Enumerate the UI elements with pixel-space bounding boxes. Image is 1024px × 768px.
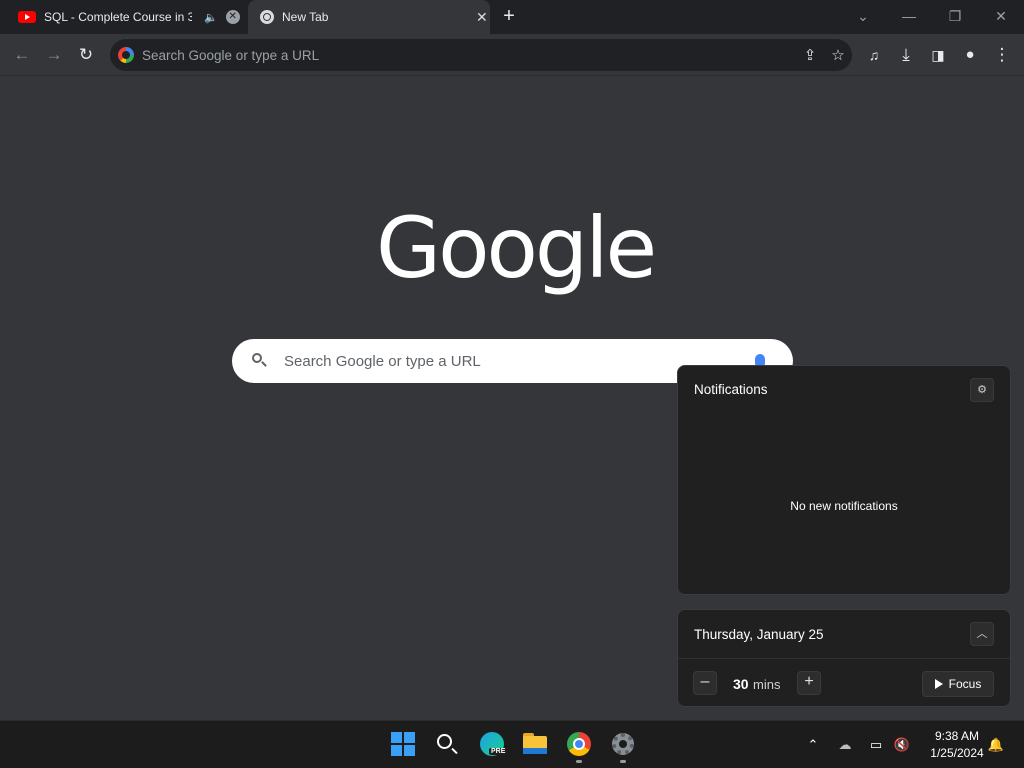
browser-toolbar: ← → ↻ Search Google or type a URL ⇪ ☆ ♫ … bbox=[0, 34, 1024, 76]
profile-icon[interactable]: ● bbox=[958, 43, 982, 67]
network-icon[interactable]: ▭ bbox=[866, 735, 886, 755]
new-tab-button[interactable]: + bbox=[498, 6, 520, 28]
tab-strip: SQL - Complete Course in 3 🔈 ✕ New Tab ✕… bbox=[0, 0, 1024, 34]
tab-new-tab[interactable]: New Tab ✕ bbox=[248, 0, 490, 34]
clock-date[interactable]: 1/25/2024 bbox=[922, 746, 992, 760]
youtube-icon bbox=[18, 11, 36, 23]
volume-muted-icon[interactable]: 🔇 bbox=[892, 735, 912, 755]
calendar-focus-panel: Thursday, January 25 ︿ – 30 mins + Focus bbox=[677, 609, 1011, 707]
edge-badge: PRE bbox=[489, 748, 508, 755]
edge-pre-icon[interactable]: PRE bbox=[477, 729, 508, 759]
media-controls-icon[interactable]: ♫ bbox=[862, 43, 886, 67]
notification-bell-icon[interactable]: 🔔 bbox=[986, 735, 1006, 755]
file-explorer-icon[interactable] bbox=[520, 729, 550, 759]
window-close-icon[interactable]: ✕ bbox=[990, 6, 1012, 28]
taskbar: PRE ⌃ ☁ ▭ 🔇 9:38 AM 1/25/2024 🔔 bbox=[0, 720, 1024, 768]
tab-title: SQL - Complete Course in 3 bbox=[44, 10, 192, 24]
speaker-icon[interactable]: 🔈 bbox=[204, 11, 218, 24]
notification-center: Notifications ⚙ No new notifications bbox=[677, 365, 1011, 595]
address-bar[interactable]: Search Google or type a URL ⇪ ☆ bbox=[110, 39, 852, 71]
side-panel-icon[interactable]: ◨ bbox=[926, 43, 950, 67]
minimize-icon[interactable]: — bbox=[898, 6, 920, 28]
play-icon bbox=[934, 679, 943, 689]
share-icon[interactable]: ⇪ bbox=[796, 46, 824, 64]
search-icon bbox=[250, 351, 270, 371]
chevron-up-icon[interactable]: ︿ bbox=[970, 622, 994, 646]
focus-minutes-value: 30 bbox=[733, 676, 749, 692]
chrome-icon bbox=[260, 10, 274, 24]
onedrive-offline-icon[interactable]: ☁ bbox=[835, 735, 855, 755]
back-arrow-icon[interactable]: ← bbox=[10, 43, 34, 67]
focus-increase-button[interactable]: + bbox=[797, 671, 821, 695]
focus-start-button[interactable]: Focus bbox=[922, 671, 994, 697]
tab-search-chevron-icon[interactable]: ⌄ bbox=[852, 6, 874, 28]
close-icon[interactable]: ✕ bbox=[476, 9, 488, 26]
clock-time[interactable]: 9:38 AM bbox=[922, 729, 992, 743]
start-icon[interactable] bbox=[388, 729, 418, 759]
settings-icon[interactable] bbox=[608, 729, 638, 759]
bookmark-star-icon[interactable]: ☆ bbox=[824, 46, 852, 64]
running-indicator bbox=[576, 760, 582, 763]
notification-settings-icon[interactable]: ⚙ bbox=[970, 378, 994, 402]
focus-button-label: Focus bbox=[948, 677, 982, 691]
google-g-icon bbox=[118, 47, 134, 63]
restore-icon[interactable]: ❐ bbox=[944, 6, 966, 28]
focus-decrease-button[interactable]: – bbox=[693, 671, 717, 695]
calendar-date: Thursday, January 25 bbox=[694, 627, 824, 642]
google-logo: Google bbox=[376, 199, 657, 297]
notifications-title: Notifications bbox=[694, 382, 768, 397]
search-icon[interactable] bbox=[432, 729, 462, 759]
focus-minutes-unit: mins bbox=[753, 677, 781, 692]
running-indicator bbox=[620, 760, 626, 763]
reload-icon[interactable]: ↻ bbox=[74, 43, 98, 67]
tab-youtube-sql[interactable]: SQL - Complete Course in 3 🔈 ✕ bbox=[8, 0, 244, 34]
more-menu-icon[interactable]: ⋮ bbox=[990, 43, 1014, 67]
forward-arrow-icon[interactable]: → bbox=[42, 43, 66, 67]
no-notifications-message: No new notifications bbox=[790, 499, 898, 513]
tab-close-icon[interactable]: ✕ bbox=[225, 10, 240, 24]
tab-title: New Tab bbox=[282, 10, 329, 24]
address-bar-placeholder: Search Google or type a URL bbox=[142, 47, 320, 63]
chrome-icon[interactable] bbox=[564, 729, 594, 759]
divider bbox=[678, 658, 1010, 659]
download-icon[interactable]: ⤓ bbox=[894, 43, 918, 67]
show-hidden-icons-chevron-icon[interactable]: ⌃ bbox=[803, 735, 823, 755]
